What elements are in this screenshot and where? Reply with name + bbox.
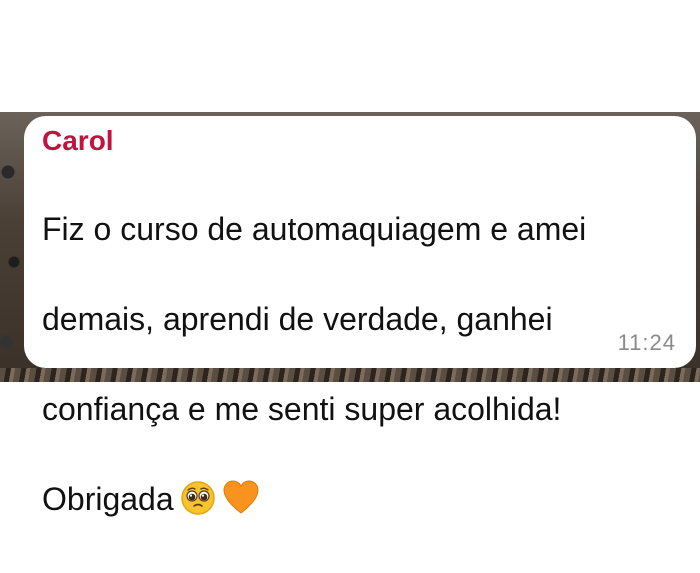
message-text: Fiz o curso de automaquiagem e amei dema… bbox=[42, 162, 676, 573]
pleading-face-icon bbox=[180, 480, 216, 528]
message-line-text: Obrigada bbox=[42, 481, 174, 517]
message-bubble[interactable]: Carol Fiz o curso de automaquiagem e ame… bbox=[24, 116, 696, 517]
message-line: Fiz o curso de automaquiagem e amei bbox=[42, 211, 587, 247]
message-last-line: Obrigada bbox=[42, 477, 676, 528]
message-line: demais, aprendi de verdade, ganhei bbox=[42, 301, 553, 337]
message-timestamp: 11:24 bbox=[617, 330, 676, 355]
sender-name[interactable]: Carol bbox=[42, 126, 676, 156]
orange-heart-icon bbox=[222, 480, 260, 528]
message-line: confiança e me senti super acolhida! bbox=[42, 391, 562, 427]
